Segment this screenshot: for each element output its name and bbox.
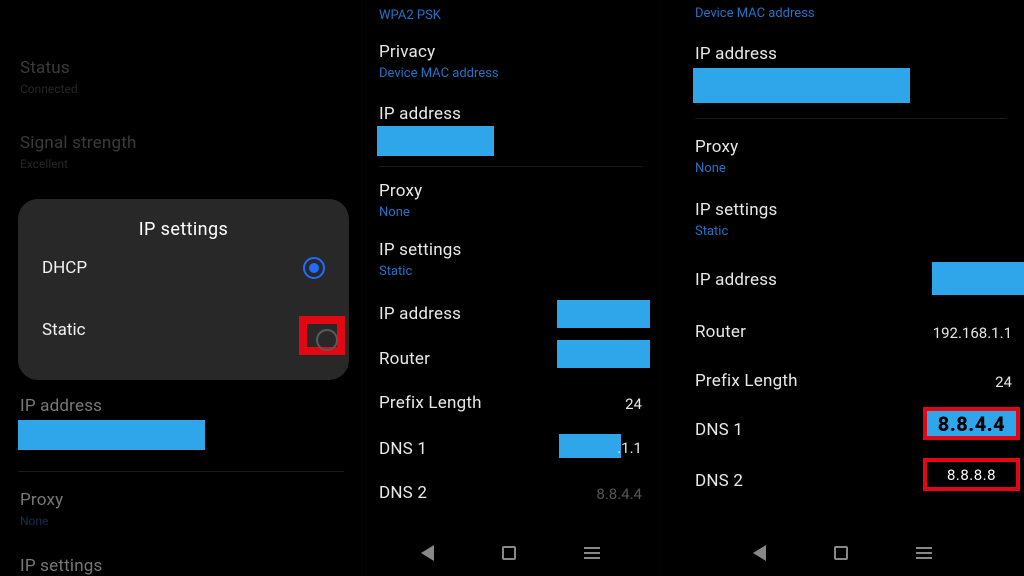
ip-settings-value: Static bbox=[379, 264, 462, 279]
dns2-value: 8.8.4.4 bbox=[596, 485, 642, 503]
ip-address-input-label: IP address bbox=[379, 304, 461, 324]
proxy-row[interactable]: Proxy None bbox=[20, 490, 343, 528]
ip-settings-row[interactable]: IP settings Static bbox=[379, 240, 462, 279]
dns1-value: 8.8.4.4 bbox=[938, 412, 1005, 436]
divider bbox=[18, 471, 344, 472]
dns2-value: 8.8.8.8 bbox=[947, 466, 996, 484]
ip-redacted-2 bbox=[557, 300, 650, 328]
privacy-value: Device MAC address bbox=[379, 66, 499, 81]
proxy-label: Proxy bbox=[20, 490, 343, 510]
prefix-label: Prefix Length bbox=[695, 371, 798, 391]
router-redacted bbox=[557, 340, 650, 368]
radio-option-dhcp[interactable]: DHCP bbox=[18, 240, 349, 296]
signal-strength-label: Signal strength bbox=[20, 133, 343, 153]
prefix-value: 24 bbox=[625, 395, 642, 413]
divider bbox=[379, 166, 642, 167]
dns1-redacted bbox=[559, 434, 621, 458]
security-value: WPA2 PSK bbox=[379, 8, 441, 23]
prefix-row[interactable]: Prefix Length 24 bbox=[379, 393, 642, 413]
ip-address-label: IP address bbox=[379, 104, 461, 124]
highlight-dns1: 8.8.4.4 bbox=[923, 407, 1020, 440]
nav-home-icon[interactable] bbox=[502, 546, 516, 560]
privacy-row[interactable]: Privacy Device MAC address bbox=[379, 42, 499, 81]
panel-wifi-details-result: Device MAC address IP address Proxy None… bbox=[659, 0, 1024, 576]
router-row[interactable]: Router 192.168.1.1 bbox=[695, 322, 1012, 342]
proxy-value: None bbox=[20, 514, 343, 528]
nav-home-icon[interactable] bbox=[834, 546, 848, 560]
proxy-row[interactable]: Proxy None bbox=[695, 137, 738, 176]
ip-redacted bbox=[18, 420, 205, 450]
modal-title: IP settings bbox=[18, 219, 349, 240]
ip-address-input-label: IP address bbox=[695, 270, 777, 290]
ip-redacted-1 bbox=[693, 68, 910, 103]
nav-recent-icon[interactable] bbox=[916, 547, 932, 559]
android-navbar bbox=[660, 530, 1024, 576]
status-row: Status Connected bbox=[20, 58, 343, 96]
android-navbar bbox=[362, 530, 659, 576]
ip-address-label: IP address bbox=[695, 44, 777, 64]
nav-recent-icon[interactable] bbox=[584, 547, 600, 559]
status-value: Connected bbox=[20, 82, 343, 96]
ip-settings-row[interactable]: IP settings bbox=[20, 556, 343, 576]
mac-value: Device MAC address bbox=[695, 6, 815, 21]
divider bbox=[695, 118, 1007, 119]
dns1-suffix: .1.1 bbox=[617, 439, 642, 457]
radio-label-static: Static bbox=[42, 320, 86, 340]
ip-settings-label: IP settings bbox=[695, 200, 778, 220]
dns2-row[interactable]: DNS 2 8.8.4.4 bbox=[379, 483, 642, 503]
dns1-label: DNS 1 bbox=[379, 439, 427, 459]
ip-redacted-1 bbox=[377, 126, 494, 156]
ip-settings-label: IP settings bbox=[379, 240, 462, 260]
nav-back-icon[interactable] bbox=[753, 545, 766, 561]
router-label: Router bbox=[695, 322, 746, 342]
radio-label-dhcp: DHCP bbox=[42, 258, 87, 278]
proxy-row[interactable]: Proxy None bbox=[379, 181, 422, 220]
proxy-value: None bbox=[695, 161, 738, 176]
ip-redacted-2 bbox=[932, 262, 1024, 295]
ip-settings-value: Static bbox=[695, 224, 778, 239]
proxy-value: None bbox=[379, 205, 422, 220]
dns1-row[interactable]: DNS 1 bbox=[695, 420, 914, 440]
router-label: Router bbox=[379, 349, 430, 369]
ip-address-row: IP address bbox=[20, 396, 343, 416]
nav-back-icon[interactable] bbox=[421, 545, 434, 561]
ip-address-row: IP address bbox=[695, 44, 777, 64]
privacy-label: Privacy bbox=[379, 42, 499, 62]
radio-icon-unselected[interactable] bbox=[316, 329, 338, 351]
signal-row: Signal strength Excellent bbox=[20, 133, 343, 171]
signal-strength-value: Excellent bbox=[20, 157, 343, 171]
ip-address-label: IP address bbox=[20, 396, 343, 416]
highlight-static-radio bbox=[299, 316, 345, 355]
dns2-row[interactable]: DNS 2 bbox=[695, 471, 914, 491]
ip-address-row: IP address bbox=[379, 104, 461, 124]
status-label: Status bbox=[20, 58, 343, 78]
prefix-label: Prefix Length bbox=[379, 393, 482, 413]
prefix-row[interactable]: Prefix Length 24 bbox=[695, 371, 1012, 391]
highlight-inner bbox=[307, 324, 337, 347]
proxy-label: Proxy bbox=[695, 137, 738, 157]
prefix-value: 24 bbox=[995, 373, 1012, 391]
panel-ip-settings-modal: Status Connected Signal strength Excelle… bbox=[0, 0, 361, 576]
dns1-label: DNS 1 bbox=[695, 420, 743, 440]
ip-settings-row[interactable]: IP settings Static bbox=[695, 200, 778, 239]
proxy-label: Proxy bbox=[379, 181, 422, 201]
router-value: 192.168.1.1 bbox=[933, 324, 1012, 342]
highlight-dns2: 8.8.8.8 bbox=[923, 458, 1020, 491]
panel-wifi-details-edit: WPA2 PSK Privacy Device MAC address IP a… bbox=[361, 0, 659, 576]
ip-settings-label: IP settings bbox=[20, 556, 343, 576]
radio-icon-selected[interactable] bbox=[303, 257, 325, 279]
dns2-label: DNS 2 bbox=[379, 483, 427, 503]
dns2-label: DNS 2 bbox=[695, 471, 743, 491]
